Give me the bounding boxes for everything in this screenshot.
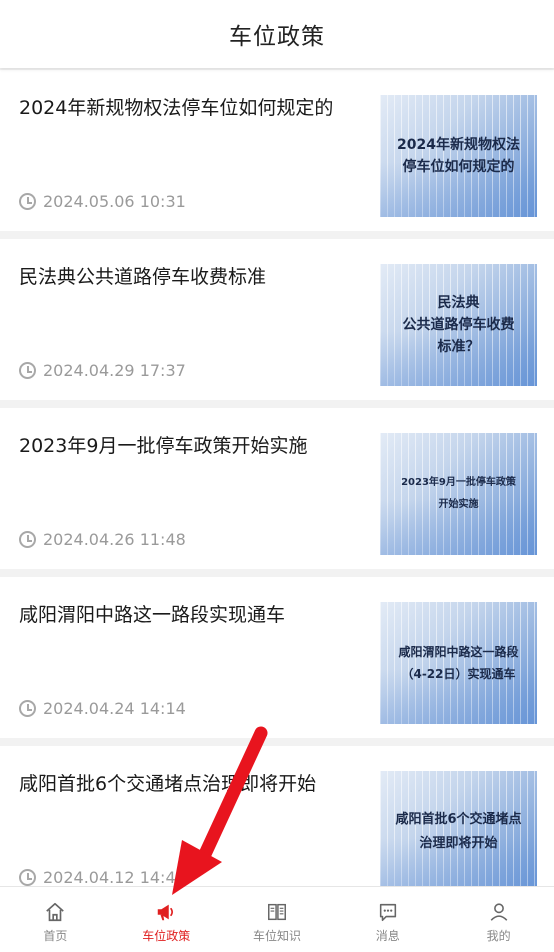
clock-icon	[19, 531, 36, 548]
clock-icon	[19, 700, 36, 717]
thumbnail-caption: 咸阳渭阳中路这一路段 （4-22日）实现通车	[398, 645, 519, 681]
nav-item-messages[interactable]: 消息	[332, 887, 443, 952]
article-time-text: 2024.04.24 14:14	[43, 699, 186, 718]
article-title: 咸阳首批6个交通堵点治理即将开始	[19, 773, 317, 795]
nav-label: 我的	[486, 929, 511, 943]
article-title: 2023年9月一批停车政策开始实施	[19, 435, 308, 457]
article-time-text: 2024.04.26 11:48	[43, 530, 186, 549]
article-card[interactable]: 咸阳渭阳中路这一路段实现通车 2024.04.24 14:14 咸阳渭阳中路这一…	[0, 577, 554, 738]
nav-item-profile[interactable]: 我的	[443, 887, 554, 952]
thumbnail-caption: 民法典 公共道路停车收费 标准？	[402, 295, 515, 355]
article-time-text: 2024.05.06 10:31	[43, 192, 186, 211]
bottom-nav: 首页 车位政策 车位知识 消息 我的	[0, 886, 554, 952]
article-card[interactable]: 2024年新规物权法停车位如何规定的 2024.05.06 10:31 2024…	[0, 70, 554, 231]
clock-icon	[19, 869, 36, 886]
article-time: 2024.04.24 14:14	[19, 699, 186, 718]
nav-item-parking-knowledge[interactable]: 车位知识	[222, 887, 333, 952]
article-time: 2024.04.12 14:42	[19, 868, 186, 887]
nav-item-home[interactable]: 首页	[0, 887, 111, 952]
article-card[interactable]: 民法典公共道路停车收费标准 2024.04.29 17:37 民法典 公共道路停…	[0, 239, 554, 400]
thumbnail-caption: 2024年新规物权法 停车位如何规定的	[397, 137, 520, 175]
thumbnail-caption: 2023年9月一批停车政策 开始实施	[401, 477, 516, 510]
message-icon	[379, 903, 396, 922]
user-icon	[490, 903, 507, 921]
article-thumbnail: 2023年9月一批停车政策 开始实施	[380, 433, 537, 555]
book-icon	[268, 903, 286, 921]
article-time-text: 2024.04.29 17:37	[43, 361, 186, 380]
nav-item-parking-policy[interactable]: 车位政策	[111, 887, 222, 952]
article-time-text: 2024.04.12 14:42	[43, 868, 186, 887]
article-title: 2024年新规物权法停车位如何规定的	[19, 97, 334, 119]
article-thumbnail: 咸阳首批6个交通堵点 治理即将开始	[380, 771, 537, 893]
megaphone-icon	[157, 904, 174, 921]
page-header: 车位政策	[0, 0, 554, 68]
article-card[interactable]: 咸阳首批6个交通堵点治理即将开始 2024.04.12 14:42 咸阳首批6个…	[0, 746, 554, 907]
article-thumbnail: 2024年新规物权法 停车位如何规定的	[380, 95, 537, 217]
article-title: 咸阳渭阳中路这一路段实现通车	[19, 604, 286, 626]
article-title: 民法典公共道路停车收费标准	[19, 266, 267, 288]
nav-label: 车位政策	[142, 929, 191, 943]
article-time: 2024.04.29 17:37	[19, 361, 186, 380]
home-icon	[46, 902, 65, 922]
article-time: 2024.04.26 11:48	[19, 530, 186, 549]
clock-icon	[19, 193, 36, 210]
nav-label: 消息	[375, 929, 400, 943]
thumbnail-caption: 咸阳首批6个交通堵点 治理即将开始	[395, 812, 522, 851]
article-thumbnail: 民法典 公共道路停车收费 标准？	[380, 264, 537, 386]
clock-icon	[19, 362, 36, 379]
article-card[interactable]: 2023年9月一批停车政策开始实施 2024.04.26 11:48 2023年…	[0, 408, 554, 569]
page-title: 车位政策	[229, 24, 325, 50]
nav-label: 车位知识	[252, 929, 301, 943]
article-thumbnail: 咸阳渭阳中路这一路段 （4-22日）实现通车	[380, 602, 537, 724]
nav-label: 首页	[43, 929, 68, 943]
article-time: 2024.05.06 10:31	[19, 192, 186, 211]
